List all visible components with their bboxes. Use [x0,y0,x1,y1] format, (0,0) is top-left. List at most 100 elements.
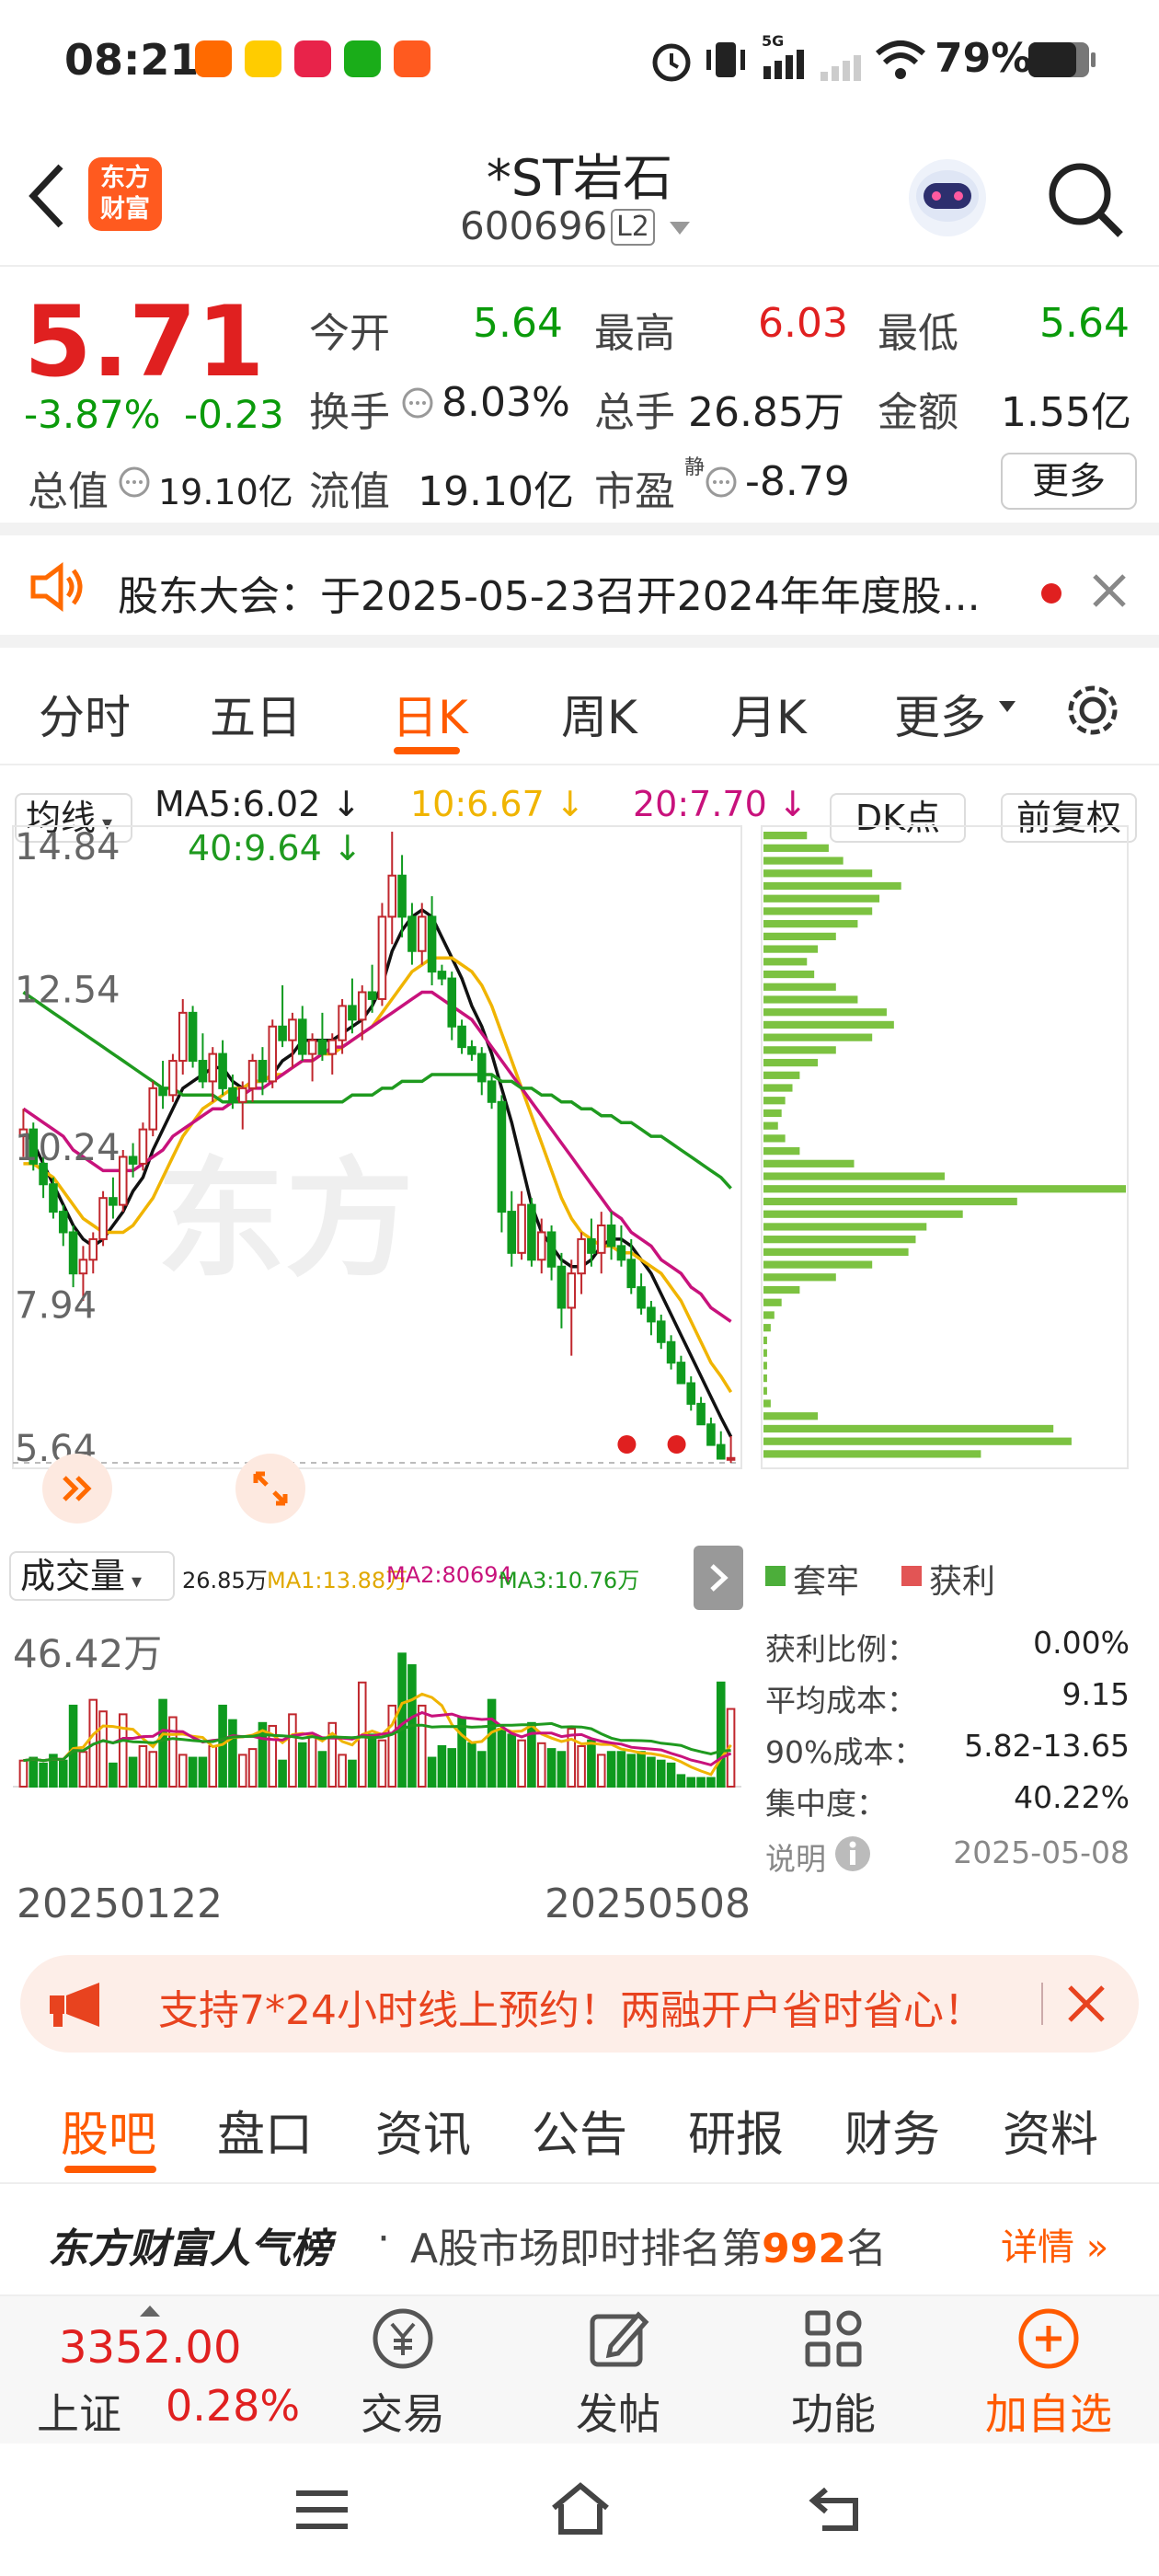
index-value[interactable]: 3352.00 [59,2322,242,2374]
volume-bar [18,1759,29,1788]
volume-bar [188,1756,198,1788]
volume-bar [637,1751,646,1788]
y-tick-label: 7.94 [15,1285,97,1328]
watermark: 东方 [156,1145,414,1295]
candle-body [587,1237,596,1254]
candle-body [78,1259,88,1275]
trade-button[interactable]: 交易 [311,2296,495,2444]
candle [68,1225,78,1288]
volume-bar [706,1777,716,1788]
candle [476,1047,487,1096]
candle-body [417,915,427,952]
post-button[interactable]: 发帖 [526,2296,710,2444]
close-icon[interactable] [1091,572,1128,609]
app-logo[interactable]: 东方 财富 [88,157,162,231]
open-value: 5.64 [473,300,563,347]
chip-bar [763,1349,767,1357]
candle-body [437,971,447,980]
tab-daily-k[interactable]: 日K [392,681,468,747]
legend-trapped-swatch [765,1566,786,1586]
dropdown-triangle-icon[interactable] [668,220,692,236]
logo-line-2: 财富 [100,195,150,224]
search-icon[interactable] [1043,157,1126,240]
volume-bar [567,1728,577,1788]
volume-bar [447,1748,457,1788]
level2-badge[interactable]: L2 [611,209,655,246]
tab-monthly-k[interactable]: 月K [730,681,807,747]
chip-bar [763,1159,855,1167]
volume-bar [437,1744,447,1788]
robot-assistant-icon[interactable] [901,150,993,242]
tab-announcements[interactable]: 公告 [532,2096,627,2165]
chip-bar [763,1109,782,1118]
volume-bar [626,1754,637,1788]
candle [557,1252,567,1328]
tab-research[interactable]: 研报 [688,2096,784,2165]
chip-bar [763,1033,873,1041]
candle [427,896,437,986]
menu-icon[interactable] [293,2484,351,2536]
back-arrow-icon[interactable] [26,161,66,231]
close-icon[interactable] [1065,1983,1107,2025]
promo-divider [1041,1983,1043,2025]
volume-select[interactable]: 成交量 ▾ [9,1551,175,1601]
tab-intraday[interactable]: 分时 [39,681,131,747]
info-dots-icon[interactable] [118,466,151,499]
expand-left-icon[interactable] [40,1452,114,1525]
volume-bar [487,1698,497,1788]
back-icon[interactable] [808,2482,866,2536]
fullscreen-icon[interactable] [234,1452,307,1525]
tab-more[interactable]: 更多 [894,681,986,747]
avg-cost-value: 9.15 [1061,1676,1130,1712]
profit-ratio-label: 获利比例： [765,1631,917,1667]
candle-body [637,1286,646,1309]
chip-bar [763,1020,894,1029]
candle-body [268,1025,278,1083]
tab-profile[interactable]: 资料 [1003,2096,1098,2165]
tab-guba[interactable]: 股吧 [61,2096,156,2165]
legend-profit: 获利 [929,1563,996,1601]
settings-gear-icon[interactable] [1061,679,1124,742]
candle [637,1273,646,1315]
candle [49,1177,58,1219]
volume-current: 26.85万 [182,1568,268,1593]
concentration-label: 集中度： [765,1786,887,1822]
tab-news[interactable]: 资讯 [375,2096,471,2165]
more-button[interactable]: 更多 [1001,453,1137,510]
candle-body [577,1237,586,1275]
rank-number: 992 [762,2225,846,2272]
high-value: 6.03 [758,300,848,347]
tab-weekly-k[interactable]: 周K [561,681,637,747]
candle-body [327,1039,338,1055]
promo-banner[interactable]: 支持7*24小时线上预约！两融开户省时省心！ [20,1955,1139,2053]
chip-bar [763,1147,800,1156]
vol-ma2: MA2:80694 [386,1562,512,1588]
notice-bar[interactable]: 股东大会：于2025-05-23召开2024年年度股... [0,535,1159,648]
chip-bar [763,1399,771,1408]
profit-ratio-value: 0.00% [1033,1625,1130,1661]
candle-body [188,1011,198,1063]
popularity-rank[interactable]: 东方财富人气榜 · A股市场即时排名第992名 详情 » [0,2186,1159,2296]
rank-details-link[interactable]: 详情 » [1001,2217,1108,2271]
candle-body [527,1203,536,1261]
candle-body [497,1100,507,1213]
chip-bar [763,1046,836,1054]
chip-bar [763,1084,793,1092]
home-icon[interactable] [548,2478,613,2537]
tab-five-day[interactable]: 五日 [210,681,302,747]
bottom-dock: 3352.00 上证 0.28% 交易 发帖 功能 加自选 [0,2296,1159,2444]
add-watchlist-button[interactable]: 加自选 [957,2296,1141,2444]
tab-financials[interactable]: 财务 [844,2096,940,2165]
candle [367,964,377,1013]
candle-body [178,1011,188,1063]
info-dots-icon[interactable] [705,466,738,499]
info-dots-icon[interactable] [401,386,434,420]
info-icon[interactable] [833,1834,872,1873]
candle-body [487,1080,497,1103]
expand-right-button[interactable] [694,1546,743,1610]
functions-button[interactable]: 功能 [741,2296,925,2444]
volume-bar [676,1774,686,1788]
note-label[interactable]: 说明 [765,1834,826,1879]
tab-orderbook[interactable]: 盘口 [217,2096,313,2165]
low-value: 5.64 [1039,300,1130,347]
